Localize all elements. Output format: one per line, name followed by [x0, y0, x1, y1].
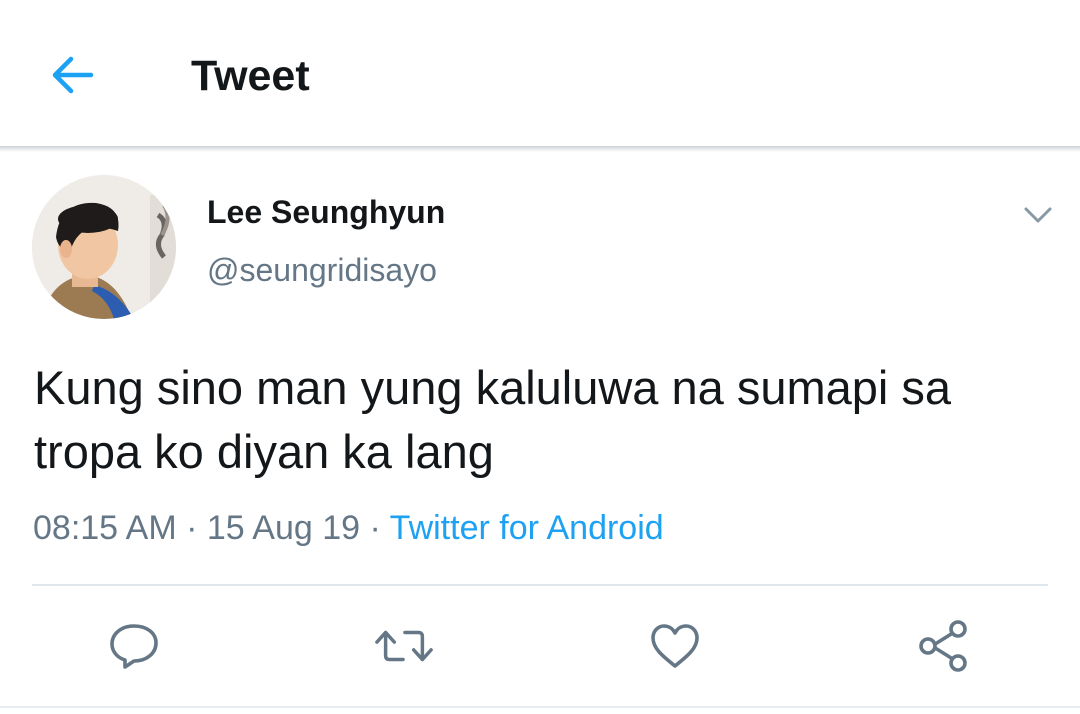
- avatar-image: [32, 175, 176, 319]
- tweet-meta: 08:15 AM · 15 Aug 19 · Twitter for Andro…: [33, 506, 664, 550]
- page-title: Tweet: [191, 52, 310, 100]
- more-options-button[interactable]: [1018, 198, 1058, 232]
- avatar[interactable]: [32, 175, 176, 319]
- retweet-button[interactable]: [374, 618, 434, 674]
- back-button[interactable]: [44, 50, 100, 100]
- author-handle[interactable]: @seungridisayo: [207, 250, 437, 290]
- header-divider: [0, 146, 1080, 152]
- meta-separator: ·: [186, 509, 198, 547]
- chevron-down-icon: [1024, 207, 1052, 223]
- app-header: Tweet: [0, 0, 1080, 146]
- retweet-icon: [375, 630, 433, 662]
- reply-icon: [110, 624, 158, 669]
- bottom-divider: [0, 706, 1080, 708]
- divider: [32, 584, 1048, 586]
- arrow-left-icon: [52, 56, 94, 94]
- author-name[interactable]: Lee Seunghyun: [207, 192, 445, 232]
- tweet-time: 08:15 AM: [33, 509, 177, 547]
- tweet-source-link[interactable]: Twitter for Android: [390, 509, 664, 547]
- tweet-date: 15 Aug 19: [206, 509, 361, 547]
- meta-separator: ·: [369, 509, 381, 547]
- like-icon: [651, 624, 699, 668]
- like-button[interactable]: [645, 618, 705, 674]
- share-icon: [919, 620, 967, 672]
- share-button[interactable]: [914, 618, 974, 674]
- tweet-text: Kung sino man yung kaluluwa na sumapi sa…: [34, 361, 952, 478]
- reply-button[interactable]: [104, 618, 164, 674]
